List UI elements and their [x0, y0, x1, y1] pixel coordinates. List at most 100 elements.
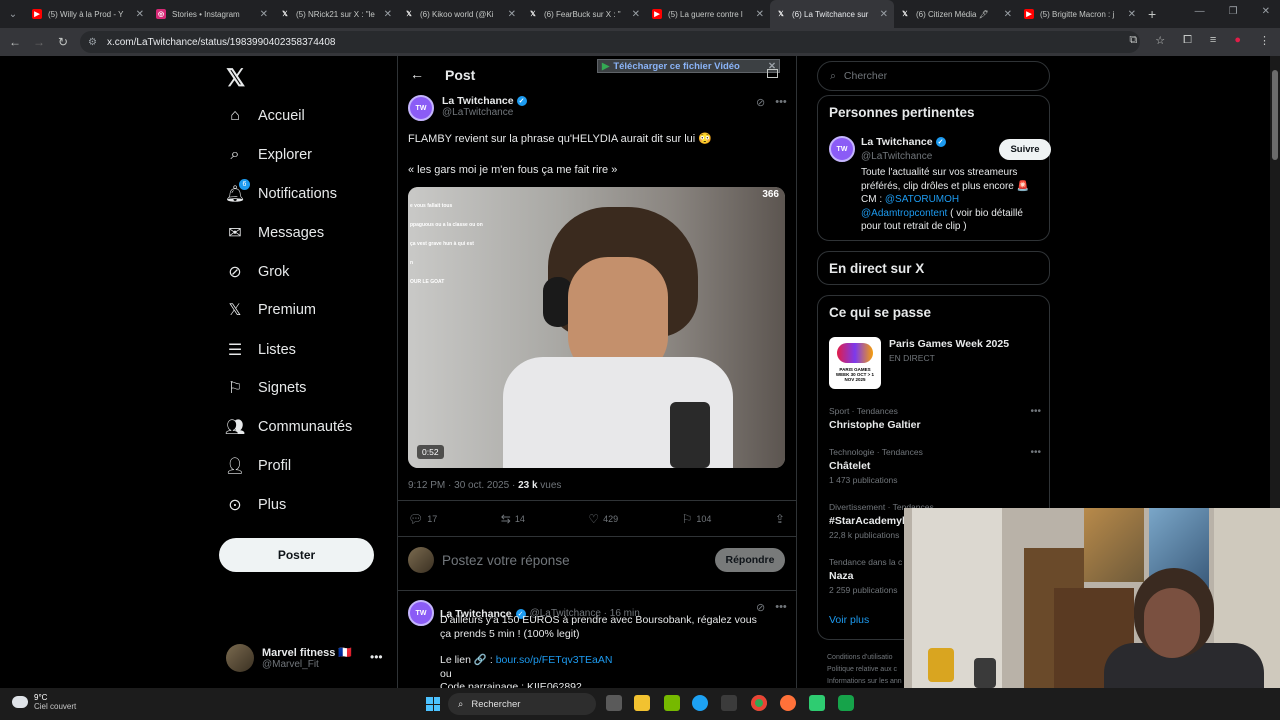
nvidia-icon[interactable] [664, 695, 680, 711]
avatar[interactable]: TW [829, 136, 855, 162]
browser-tab[interactable]: ◎ Stories • Instagram ✕ [150, 0, 274, 28]
task-view-icon[interactable] [606, 695, 622, 711]
person-name[interactable]: La Twitchance [861, 136, 933, 148]
x-home-logo-icon[interactable]: 𝕏 [226, 64, 245, 93]
more-horizontal-icon[interactable]: ••• [370, 650, 383, 664]
share-action[interactable]: ⇪ [775, 512, 785, 526]
bio-mention-link[interactable]: @SATORUMOH [885, 194, 959, 205]
browser-tab[interactable]: ▶ (5) La guerre contre l ✕ [646, 0, 770, 28]
grok-icon[interactable]: ⊘ [756, 96, 765, 109]
person-handle[interactable]: @LaTwitchance [861, 151, 932, 162]
maximize-icon[interactable]: ❐ [1229, 6, 1238, 17]
author-handle[interactable]: @LaTwitchance [442, 107, 527, 118]
close-tab-icon[interactable]: ✕ [632, 9, 640, 20]
close-tab-icon[interactable]: ✕ [756, 9, 764, 20]
reader-mode-icon[interactable] [767, 69, 778, 78]
more-horizontal-icon[interactable]: ••• [1030, 406, 1041, 417]
taskbar-search[interactable]: ⌕ Rechercher [448, 693, 596, 715]
forward-arrow-icon[interactable]: → [27, 35, 51, 49]
nav-premium[interactable]: 𝕏 Premium [226, 298, 316, 322]
nav-profile[interactable]: 👤︎ Profil [225, 454, 291, 478]
new-tab-icon[interactable]: + [1148, 6, 1156, 22]
bio-mention-link[interactable]: @Adamtropcontent [861, 208, 947, 219]
event-name[interactable]: Paris Games Week 2025 [889, 338, 1009, 350]
close-window-icon[interactable]: ✕ [1262, 6, 1270, 17]
tweet-timestamp[interactable]: 9:12 PM · 30 oct. 2025 · [408, 480, 518, 491]
weather-widget[interactable]: 9°C Ciel couvert [12, 693, 76, 711]
browser-tab-active[interactable]: 𝕏 (6) La Twitchance sur ✕ [770, 0, 894, 28]
post-button[interactable]: Poster [219, 538, 374, 572]
browser-tab[interactable]: ▶ (5) Brigitte Macron : j ✕ [1018, 0, 1142, 28]
follow-button[interactable]: Suivre [999, 139, 1051, 160]
nav-more[interactable]: ⊙ Plus [226, 493, 286, 517]
close-tab-icon[interactable]: ✕ [260, 9, 268, 20]
nav-explore[interactable]: ⌕ Explorer [226, 143, 312, 167]
footer-link[interactable]: Conditions d'utilisatio [827, 652, 902, 664]
app-icon[interactable] [809, 695, 825, 711]
author-name[interactable]: La Twitchance [442, 95, 514, 107]
menu-kebab-icon[interactable]: ⋮ [1259, 34, 1270, 47]
windows-start-icon[interactable] [426, 697, 440, 711]
download-video-banner[interactable]: ▶ Télécharger ce fichier Vidéo ✕ [597, 59, 780, 73]
event-thumbnail[interactable]: PARIS GAMES WEEK 30 OCT > 1 NOV 2025 [829, 337, 881, 389]
grok-icon[interactable]: ⊘ [756, 601, 765, 614]
browser-tab[interactable]: 𝕏 (5) NRick21 sur X : "le ✕ [274, 0, 398, 28]
trend-item[interactable]: Technologie · Tendances Châtelet 1 473 p… [829, 447, 1041, 485]
more-horizontal-icon[interactable]: ••• [775, 96, 787, 109]
nav-lists[interactable]: ☰ Listes [226, 338, 296, 362]
footer-link[interactable]: Politique relative aux c [827, 664, 902, 676]
store-icon[interactable] [721, 695, 737, 711]
file-explorer-icon[interactable] [634, 695, 650, 711]
profile-icon[interactable]: ● [1234, 34, 1241, 47]
nav-communities[interactable]: 👥︎ Communautés [225, 415, 352, 439]
reply-input[interactable]: Postez votre réponse [442, 553, 707, 568]
more-horizontal-icon[interactable]: ••• [775, 601, 787, 614]
close-tab-icon[interactable]: ✕ [136, 9, 144, 20]
back-arrow-icon[interactable]: ← [410, 66, 424, 82]
tab-search-dropdown-icon[interactable]: ⌄ [0, 0, 26, 28]
footer-link[interactable]: Informations sur les ann [827, 676, 902, 688]
browser-tab[interactable]: ▶ (5) Willy à la Prod - Y ✕ [26, 0, 150, 28]
install-app-icon[interactable]: ⧉ [1129, 34, 1137, 47]
reply-action[interactable]: 💬︎ 17 [408, 512, 437, 526]
nav-grok[interactable]: ⊘ Grok [226, 260, 289, 284]
app-icon[interactable] [838, 695, 854, 711]
close-tab-icon[interactable]: ✕ [880, 9, 888, 20]
bookmark-action[interactable]: ⚐ 104 [682, 512, 712, 526]
trend-item[interactable]: Sport · Tendances Christophe Galtier ••• [829, 406, 1041, 431]
live-on-x-card[interactable]: En direct sur X [817, 251, 1050, 285]
nav-bookmarks[interactable]: ⚐ Signets [226, 376, 307, 400]
avatar[interactable]: TW [408, 95, 434, 121]
minimize-icon[interactable]: — [1195, 6, 1205, 17]
nav-home[interactable]: ⌂ Accueil [226, 104, 305, 128]
nav-messages[interactable]: ✉ Messages [226, 221, 324, 245]
search-input[interactable]: ⌕ Chercher [817, 61, 1050, 91]
close-tab-icon[interactable]: ✕ [384, 9, 392, 20]
firefox-icon[interactable] [780, 695, 796, 711]
bookmark-star-icon[interactable]: ☆ [1155, 34, 1165, 47]
reply-button[interactable]: Répondre [715, 548, 785, 572]
like-action[interactable]: ♡ 429 [588, 512, 618, 526]
close-tab-icon[interactable]: ✕ [1004, 9, 1012, 20]
browser-tab[interactable]: 𝕏 (6) FearBuck sur X : " ✕ [522, 0, 646, 28]
extensions-icon[interactable]: ⧠ [1183, 34, 1192, 47]
edge-icon[interactable] [692, 695, 708, 711]
browser-tab[interactable]: 𝕏 (6) Kikoo world (@Ki ✕ [398, 0, 522, 28]
tweet-video[interactable]: e vous fallait tous ppaguous ou a la cla… [408, 187, 785, 468]
tweet-link[interactable]: bour.so/p/FETqv3TEaAN [496, 654, 613, 666]
scrollbar-thumb[interactable] [1272, 70, 1278, 160]
back-arrow-icon[interactable]: ← [3, 35, 27, 49]
close-tab-icon[interactable]: ✕ [508, 9, 516, 20]
url-field[interactable]: ⚙ x.com/LaTwitchance/status/198399040235… [80, 31, 1140, 53]
account-switcher[interactable]: Marvel fitness 🇫🇷 @Marvel_Fit [226, 644, 352, 672]
more-horizontal-icon[interactable]: ••• [1030, 447, 1041, 458]
repost-action[interactable]: ⇆ 14 [501, 512, 525, 526]
nav-notifications[interactable]: 🔔︎ 6 Notifications [225, 179, 337, 206]
avatar[interactable]: TW [408, 600, 434, 626]
browser-tab[interactable]: 𝕏 (6) Citizen Média 🖋 ✕ [894, 0, 1018, 28]
chrome-icon[interactable] [751, 695, 767, 711]
site-info-icon[interactable]: ⚙ [88, 37, 97, 48]
reload-icon[interactable]: ↻ [51, 35, 75, 49]
reading-list-icon[interactable]: ≡ [1210, 34, 1216, 47]
see-more-link[interactable]: Voir plus [829, 614, 869, 626]
